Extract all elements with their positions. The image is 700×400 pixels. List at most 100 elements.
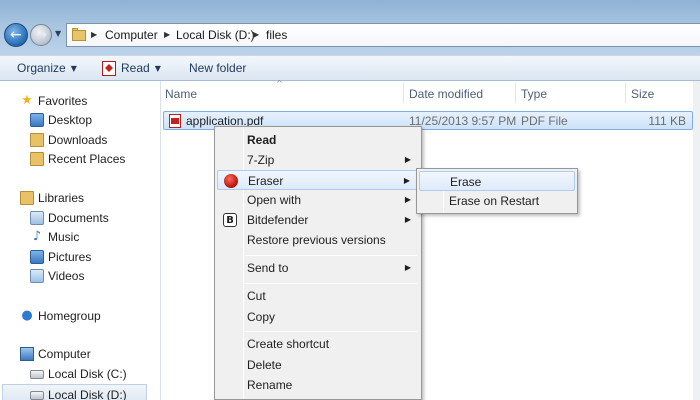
- menu-item-send-to[interactable]: Send to ▶: [217, 258, 419, 278]
- menu-item-label: 7-Zip: [247, 153, 275, 167]
- menu-item-label: Send to: [247, 261, 289, 275]
- forward-button[interactable]: →: [30, 24, 52, 46]
- nav-item-recent-places[interactable]: Recent Places: [0, 149, 160, 169]
- nav-item-label: Music: [48, 230, 80, 244]
- breadcrumb-separator-icon[interactable]: ▶: [164, 30, 170, 39]
- documents-icon: [30, 211, 44, 225]
- column-separator[interactable]: [403, 83, 404, 103]
- nav-item-videos[interactable]: Videos: [0, 266, 160, 286]
- menu-item-label: Erase: [450, 175, 482, 189]
- menu-item-7zip[interactable]: 7-Zip ▶: [217, 150, 419, 170]
- nav-item-label: Downloads: [48, 133, 108, 147]
- nav-item-pictures[interactable]: Pictures: [0, 247, 160, 267]
- menu-item-create-shortcut[interactable]: Create shortcut: [217, 334, 419, 354]
- nav-item-downloads[interactable]: Downloads: [0, 130, 160, 150]
- menu-item-label: Copy: [247, 310, 276, 324]
- drive-icon: [30, 370, 44, 379]
- nav-item-label: Local Disk (D:): [48, 388, 127, 400]
- breadcrumb-separator-icon[interactable]: ▶: [91, 30, 97, 39]
- file-date-modified: 11/25/2013 9:57 PM: [409, 114, 517, 128]
- nav-item-documents[interactable]: Documents: [0, 208, 160, 228]
- nav-item-local-disk-d[interactable]: Local Disk (D:): [2, 384, 147, 400]
- read-button[interactable]: Read ▼: [121, 61, 161, 75]
- menu-item-copy[interactable]: Copy: [217, 307, 419, 327]
- menu-item-restore-previous-versions[interactable]: Restore previous versions: [217, 230, 419, 250]
- menu-separator: [245, 255, 417, 256]
- organize-button[interactable]: Organize ▼: [17, 61, 77, 75]
- breadcrumb-separator-icon[interactable]: ▶: [253, 30, 259, 39]
- nav-homegroup[interactable]: ● Homegroup: [0, 306, 160, 326]
- nav-item-label: Pictures: [48, 250, 92, 264]
- desktop-icon: [30, 113, 44, 127]
- window-title-area: ← → ▼ ▶ Computer ▶ Local Disk (D:) ▶ fil…: [0, 0, 700, 55]
- new-folder-label: New folder: [189, 61, 247, 75]
- menu-item-rename[interactable]: Rename: [217, 375, 419, 395]
- menu-item-bitdefender[interactable]: B Bitdefender ▶: [217, 210, 419, 230]
- column-separator[interactable]: [515, 83, 516, 103]
- nav-item-local-disk-c[interactable]: Local Disk (C:): [0, 364, 160, 384]
- chevron-down-icon: ▼: [154, 64, 161, 73]
- vertical-scrollbar[interactable]: [693, 81, 700, 400]
- breadcrumb-local-disk-d[interactable]: Local Disk (D:): [176, 28, 255, 42]
- breadcrumb-files[interactable]: files: [266, 28, 287, 42]
- column-header-name[interactable]: Name: [165, 81, 403, 106]
- menu-item-eraser[interactable]: Eraser ▶: [217, 170, 419, 190]
- column-separator[interactable]: [625, 83, 626, 103]
- menu-item-label: Open with: [247, 193, 302, 207]
- column-header-label: Type: [521, 87, 548, 101]
- menu-item-label: Delete: [247, 358, 282, 372]
- breadcrumb-computer[interactable]: Computer: [105, 28, 158, 42]
- menu-item-read[interactable]: Read: [217, 130, 419, 150]
- column-header-date-modified[interactable]: Date modified: [409, 81, 515, 106]
- back-arrow-icon: ←: [10, 27, 22, 43]
- column-header-label: Name: [165, 87, 198, 101]
- column-header-type[interactable]: Type: [521, 81, 625, 106]
- context-menu: Read 7-Zip ▶ Eraser ▶ Open with ▶ B Bitd…: [214, 126, 422, 400]
- downloads-folder-icon: [30, 133, 44, 147]
- chevron-right-icon: ▶: [404, 215, 411, 224]
- column-header-size[interactable]: Size: [631, 81, 691, 106]
- pane-divider[interactable]: [160, 81, 161, 400]
- folder-icon: [72, 28, 86, 41]
- chevron-right-icon: ▶: [404, 263, 411, 272]
- music-icon: ♪: [32, 229, 42, 244]
- nav-favorites[interactable]: ★ Favorites: [0, 91, 160, 111]
- address-bar[interactable]: ▶ Computer ▶ Local Disk (D:) ▶ files: [66, 23, 700, 47]
- chevron-right-icon: ▶: [404, 195, 411, 204]
- pdf-reader-icon: [102, 61, 116, 76]
- nav-item-desktop[interactable]: Desktop: [0, 110, 160, 130]
- new-folder-button[interactable]: New folder: [189, 61, 246, 75]
- recent-pages-dropdown-icon[interactable]: ▼: [55, 29, 61, 38]
- chevron-right-icon: ▶: [403, 176, 410, 185]
- column-header-label: Date modified: [409, 87, 484, 101]
- menu-item-label: Restore previous versions: [247, 233, 386, 247]
- nav-favorites-label: Favorites: [38, 94, 88, 108]
- nav-computer-label: Computer: [38, 347, 91, 361]
- nav-item-label: Recent Places: [48, 152, 126, 166]
- navigation-pane: ★ Favorites Desktop Downloads Recent Pla…: [0, 81, 160, 400]
- nav-item-label: Documents: [48, 211, 109, 225]
- menu-item-delete[interactable]: Delete: [217, 355, 419, 375]
- menu-separator: [245, 331, 417, 332]
- pdf-file-icon: [169, 114, 181, 128]
- nav-computer[interactable]: Computer: [0, 344, 160, 364]
- menu-item-open-with[interactable]: Open with ▶: [217, 190, 419, 210]
- chevron-right-icon: ▶: [404, 155, 411, 164]
- nav-libraries[interactable]: Libraries: [0, 188, 160, 208]
- nav-item-music[interactable]: ♪ Music: [0, 227, 160, 247]
- forward-arrow-icon: →: [35, 27, 47, 43]
- bitdefender-icon: B: [223, 213, 237, 227]
- menu-item-label: Eraser: [248, 174, 284, 188]
- submenu-item-erase-on-restart[interactable]: Erase on Restart: [419, 191, 575, 211]
- submenu-item-erase[interactable]: Erase: [419, 171, 575, 191]
- recent-places-icon: [30, 152, 44, 166]
- chevron-down-icon: ▼: [70, 64, 77, 73]
- menu-item-cut[interactable]: Cut: [217, 286, 419, 306]
- menu-item-label: Create shortcut: [247, 337, 330, 351]
- file-type: PDF File: [521, 114, 568, 128]
- eraser-submenu: Erase Erase on Restart: [416, 168, 578, 214]
- pictures-icon: [30, 250, 44, 264]
- menu-item-label: Read: [247, 133, 277, 147]
- file-size: 111 KB: [648, 114, 686, 128]
- back-button[interactable]: ←: [4, 23, 28, 47]
